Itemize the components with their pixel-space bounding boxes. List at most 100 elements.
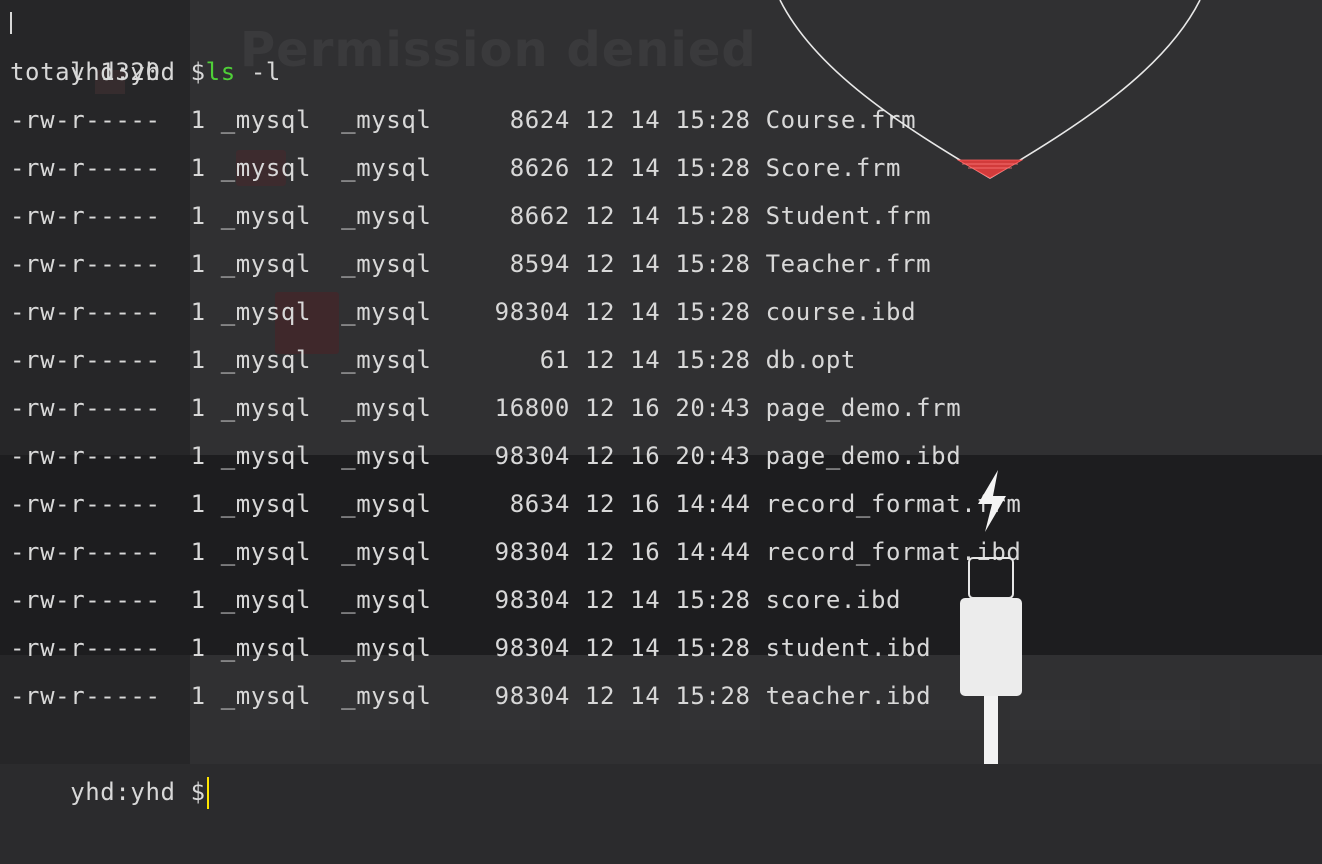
file-owner: _mysql bbox=[220, 538, 312, 566]
file-links: 1 bbox=[190, 202, 206, 230]
file-time: 15:28 bbox=[675, 346, 751, 374]
file-owner: _mysql bbox=[220, 154, 312, 182]
file-time: 15:28 bbox=[675, 682, 751, 710]
file-owner: _mysql bbox=[220, 298, 312, 326]
file-time: 15:28 bbox=[675, 202, 751, 230]
file-time: 15:28 bbox=[675, 298, 751, 326]
file-size: 98304 bbox=[494, 442, 570, 470]
file-row: -rw-r----- 1 _mysql _mysql 16800 12 16 2… bbox=[10, 384, 961, 432]
file-links: 1 bbox=[190, 538, 206, 566]
file-month: 12 bbox=[584, 250, 616, 278]
file-month: 12 bbox=[584, 202, 616, 230]
file-size: 8634 bbox=[509, 490, 570, 518]
file-row: -rw-r----- 1 _mysql _mysql 8634 12 16 14… bbox=[10, 480, 1021, 528]
file-owner: _mysql bbox=[220, 442, 312, 470]
file-permissions: -rw-r----- bbox=[10, 154, 161, 182]
file-owner: _mysql bbox=[220, 634, 312, 662]
file-owner: _mysql bbox=[220, 250, 312, 278]
file-day: 14 bbox=[630, 682, 661, 710]
file-name: course.ibd bbox=[765, 298, 917, 326]
file-size: 16800 bbox=[494, 394, 570, 422]
file-day: 16 bbox=[630, 490, 661, 518]
file-time: 15:28 bbox=[675, 634, 751, 662]
file-group: _mysql bbox=[341, 250, 432, 278]
file-row: -rw-r----- 1 _mysql _mysql 8624 12 14 15… bbox=[10, 96, 916, 144]
file-month: 12 bbox=[584, 490, 616, 518]
file-day: 14 bbox=[630, 346, 661, 374]
file-day: 14 bbox=[630, 106, 661, 134]
file-day: 16 bbox=[630, 538, 661, 566]
file-row: -rw-r----- 1 _mysql _mysql 8594 12 14 15… bbox=[10, 240, 931, 288]
file-time: 15:28 bbox=[675, 154, 751, 182]
file-day: 14 bbox=[630, 154, 661, 182]
file-name: db.opt bbox=[765, 346, 856, 374]
file-links: 1 bbox=[190, 346, 206, 374]
file-name: record_format.ibd bbox=[765, 538, 1022, 566]
file-size: 61 bbox=[539, 346, 570, 374]
file-name: page_demo.ibd bbox=[765, 442, 962, 470]
file-month: 12 bbox=[584, 154, 616, 182]
line-marker bbox=[10, 12, 15, 34]
file-size: 98304 bbox=[494, 298, 570, 326]
file-group: _mysql bbox=[341, 394, 432, 422]
text-cursor bbox=[206, 777, 209, 809]
file-time: 15:28 bbox=[675, 586, 751, 614]
file-month: 12 bbox=[584, 634, 616, 662]
file-links: 1 bbox=[190, 154, 206, 182]
file-size: 98304 bbox=[494, 538, 570, 566]
file-permissions: -rw-r----- bbox=[10, 298, 161, 326]
file-group: _mysql bbox=[341, 586, 432, 614]
file-links: 1 bbox=[190, 394, 206, 422]
file-day: 14 bbox=[630, 250, 661, 278]
file-row: -rw-r----- 1 _mysql _mysql 98304 12 14 1… bbox=[10, 672, 931, 720]
file-group: _mysql bbox=[341, 346, 432, 374]
file-day: 14 bbox=[630, 634, 661, 662]
file-time: 20:43 bbox=[675, 442, 751, 470]
file-month: 12 bbox=[584, 586, 616, 614]
total-line: total 1320 bbox=[10, 58, 161, 86]
file-size: 98304 bbox=[494, 634, 570, 662]
command-args: -l bbox=[235, 58, 281, 86]
file-month: 12 bbox=[584, 394, 616, 422]
file-links: 1 bbox=[190, 442, 206, 470]
file-links: 1 bbox=[190, 586, 206, 614]
file-row: -rw-r----- 1 _mysql _mysql 98304 12 14 1… bbox=[10, 624, 931, 672]
file-month: 12 bbox=[584, 442, 616, 470]
file-month: 12 bbox=[584, 346, 616, 374]
file-group: _mysql bbox=[341, 634, 432, 662]
active-prompt-line[interactable]: yhd:yhd $ bbox=[10, 720, 209, 809]
file-permissions: -rw-r----- bbox=[10, 586, 161, 614]
command-line: yhd:yhd $ls -l bbox=[10, 0, 281, 86]
file-permissions: -rw-r----- bbox=[10, 202, 161, 230]
file-links: 1 bbox=[190, 490, 206, 518]
file-name: student.ibd bbox=[765, 634, 932, 662]
file-group: _mysql bbox=[341, 298, 432, 326]
file-links: 1 bbox=[190, 106, 206, 134]
file-day: 14 bbox=[630, 202, 661, 230]
file-permissions: -rw-r----- bbox=[10, 682, 161, 710]
file-owner: _mysql bbox=[220, 202, 312, 230]
file-owner: _mysql bbox=[220, 682, 312, 710]
command-name: ls bbox=[205, 58, 236, 86]
file-size: 8662 bbox=[509, 202, 570, 230]
file-group: _mysql bbox=[341, 490, 432, 518]
file-group: _mysql bbox=[341, 154, 432, 182]
file-time: 20:43 bbox=[675, 394, 751, 422]
file-links: 1 bbox=[190, 298, 206, 326]
file-permissions: -rw-r----- bbox=[10, 346, 161, 374]
file-size: 8594 bbox=[509, 250, 570, 278]
file-name: Student.frm bbox=[765, 202, 932, 230]
file-size: 98304 bbox=[494, 682, 570, 710]
file-row: -rw-r----- 1 _mysql _mysql 8626 12 14 15… bbox=[10, 144, 901, 192]
file-time: 14:44 bbox=[675, 538, 751, 566]
file-size: 98304 bbox=[494, 586, 570, 614]
file-links: 1 bbox=[190, 250, 206, 278]
file-links: 1 bbox=[190, 634, 206, 662]
file-size: 8624 bbox=[509, 106, 570, 134]
file-group: _mysql bbox=[341, 538, 432, 566]
file-permissions: -rw-r----- bbox=[10, 442, 161, 470]
file-month: 12 bbox=[584, 106, 616, 134]
file-owner: _mysql bbox=[220, 394, 312, 422]
terminal-window[interactable]: yhd:yhd $ls -l total 1320 -rw-r----- 1 _… bbox=[0, 0, 1322, 809]
file-group: _mysql bbox=[341, 202, 432, 230]
